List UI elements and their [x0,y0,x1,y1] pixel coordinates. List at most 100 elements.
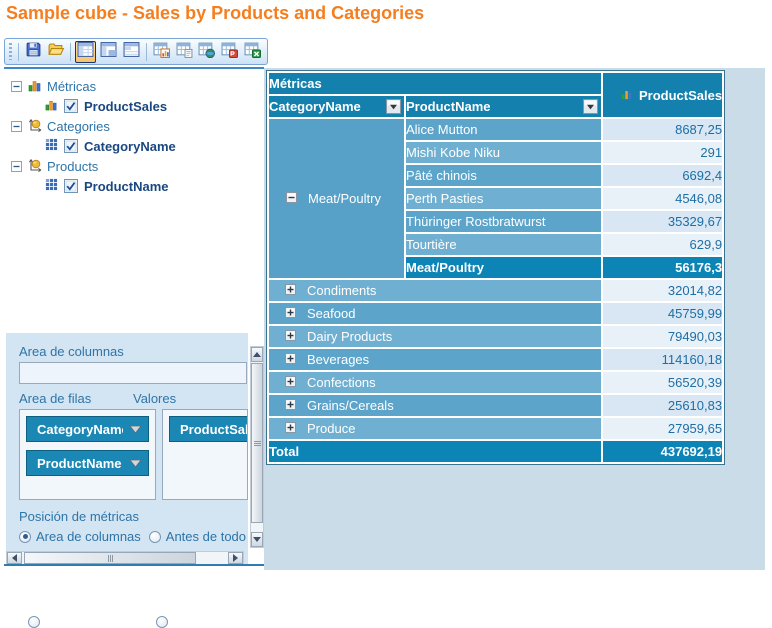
layout-flat-button[interactable] [121,41,142,63]
bar-chart-icon [621,88,633,103]
field-pill-label: ProductSales [180,422,248,437]
field-pill-label: CategoryName [37,422,123,437]
toolbar-grip-handle[interactable] [9,43,12,60]
tree-item-label[interactable]: ProductSales [84,99,167,114]
open-button[interactable] [46,41,67,63]
rows-area-label: Area de filas [19,391,133,406]
field-pill-productname[interactable]: ProductName [26,450,149,476]
pivot-layout-flat-icon [123,41,140,63]
checkbox-checked[interactable] [64,179,78,193]
filter-button[interactable] [386,99,401,117]
values-drop-area[interactable]: ProductSales [162,409,248,500]
product-cell: Alice Mutton [406,119,601,140]
tree-item-categoryname[interactable]: CategoryName [4,136,250,156]
horizontal-scrollbar[interactable] [6,551,244,565]
value-cell: 45759,99 [603,303,722,324]
expand-icon[interactable] [285,398,296,413]
expand-icon[interactable] [285,329,296,344]
category-label: Condiments [307,283,376,298]
pivot-layout-icon [77,41,94,63]
export-pdf-button[interactable] [219,41,240,63]
radio-label[interactable]: Area de columnas [36,529,141,544]
clipped-radio[interactable] [28,616,40,628]
columns-drop-area[interactable] [19,362,247,384]
collapse-icon[interactable] [286,191,297,206]
checkbox-checked[interactable] [64,139,78,153]
expand-icon[interactable] [285,283,296,298]
export-document-button[interactable] [174,41,195,63]
radio-columns-area[interactable] [19,531,31,543]
layout-compact-button[interactable] [98,41,119,63]
page-title: Sample cube - Sales by Products and Cate… [6,3,424,24]
clipped-radio[interactable] [156,616,168,628]
tree-item-label[interactable]: CategoryName [84,139,176,154]
field-list-panel: Métricas ProductSales Categories Categor… [4,67,264,570]
product-cell: Tourtière [406,234,601,255]
category-cell-produce[interactable]: Produce [269,418,601,439]
export-table-globe-icon [198,41,215,63]
scrollbar-thumb[interactable] [251,363,263,523]
expand-icon[interactable] [285,421,296,436]
layout-classic-button[interactable] [75,41,96,63]
toolbar-separator [146,43,147,61]
group-cell-meat-poultry[interactable]: Meat/Poultry [269,119,404,278]
scroll-down-button[interactable] [251,532,263,547]
tree-item-productsales[interactable]: ProductSales [4,96,250,116]
scrollbar-thumb[interactable] [24,552,196,564]
field-pill-productsales[interactable]: ProductSales [169,416,248,442]
tree-item-label[interactable]: ProductName [84,179,169,194]
field-pill-categoryname[interactable]: CategoryName [26,416,149,442]
category-cell-dairy-products[interactable]: Dairy Products [269,326,601,347]
radio-before-all[interactable] [149,531,161,543]
tree-group-label[interactable]: Categories [47,119,110,134]
export-table-pdf-icon [221,41,238,63]
save-button[interactable] [23,41,44,63]
productsales-column-header[interactable]: ProductSales [603,73,722,117]
filter-dropdown-icon[interactable] [129,422,142,437]
expand-icon[interactable] [285,306,296,321]
collapse-icon[interactable] [11,161,22,172]
value-cell: 114160,18 [603,349,722,370]
checkbox-checked[interactable] [64,99,78,113]
export-report-button[interactable] [151,41,172,63]
category-cell-condiments[interactable]: Condiments [269,280,601,301]
expand-icon[interactable] [285,352,296,367]
scroll-up-button[interactable] [251,347,263,362]
rows-drop-area[interactable]: CategoryName ProductName [19,409,156,500]
filter-button[interactable] [583,99,598,117]
tree-group-products[interactable]: Products [4,156,250,176]
value-cell: 56520,39 [603,372,722,393]
collapse-icon[interactable] [11,81,22,92]
category-cell-beverages[interactable]: Beverages [269,349,601,370]
export-excel-button[interactable] [242,41,263,63]
dimension-icon [28,118,42,135]
value-cell: 291 [603,142,722,163]
value-cell: 32014,82 [603,280,722,301]
category-cell-grains-cereals[interactable]: Grains/Cereals [269,395,601,416]
scroll-right-button[interactable] [228,552,243,564]
tree-group-label[interactable]: Products [47,159,98,174]
tree-item-productname[interactable]: ProductName [4,176,250,196]
category-cell-confections[interactable]: Confections [269,372,601,393]
tree-group-label[interactable]: Métricas [47,79,96,94]
category-label: Dairy Products [307,329,392,344]
category-label: Confections [307,375,376,390]
categoryname-column-header[interactable]: CategoryName [269,96,404,117]
productname-column-header[interactable]: ProductName [406,96,601,117]
export-html-button[interactable] [196,41,217,63]
filter-dropdown-icon[interactable] [129,456,142,471]
cube-structure-tree: Métricas ProductSales Categories Categor… [4,69,250,333]
tree-group-categories[interactable]: Categories [4,116,250,136]
value-cell: 35329,67 [603,211,722,232]
scroll-left-button[interactable] [7,552,22,564]
tree-group-metricas[interactable]: Métricas [4,76,250,96]
expand-icon[interactable] [285,375,296,390]
radio-label[interactable]: Antes de todo [166,529,246,544]
category-cell-seafood[interactable]: Seafood [269,303,601,324]
category-label: Seafood [307,306,355,321]
vertical-scrollbar[interactable] [250,346,264,548]
collapse-icon[interactable] [11,121,22,132]
open-folder-icon [47,41,65,63]
product-cell: Thüringer Rostbratwurst [406,211,601,232]
subtotal-label-cell: Meat/Poultry [406,257,601,278]
